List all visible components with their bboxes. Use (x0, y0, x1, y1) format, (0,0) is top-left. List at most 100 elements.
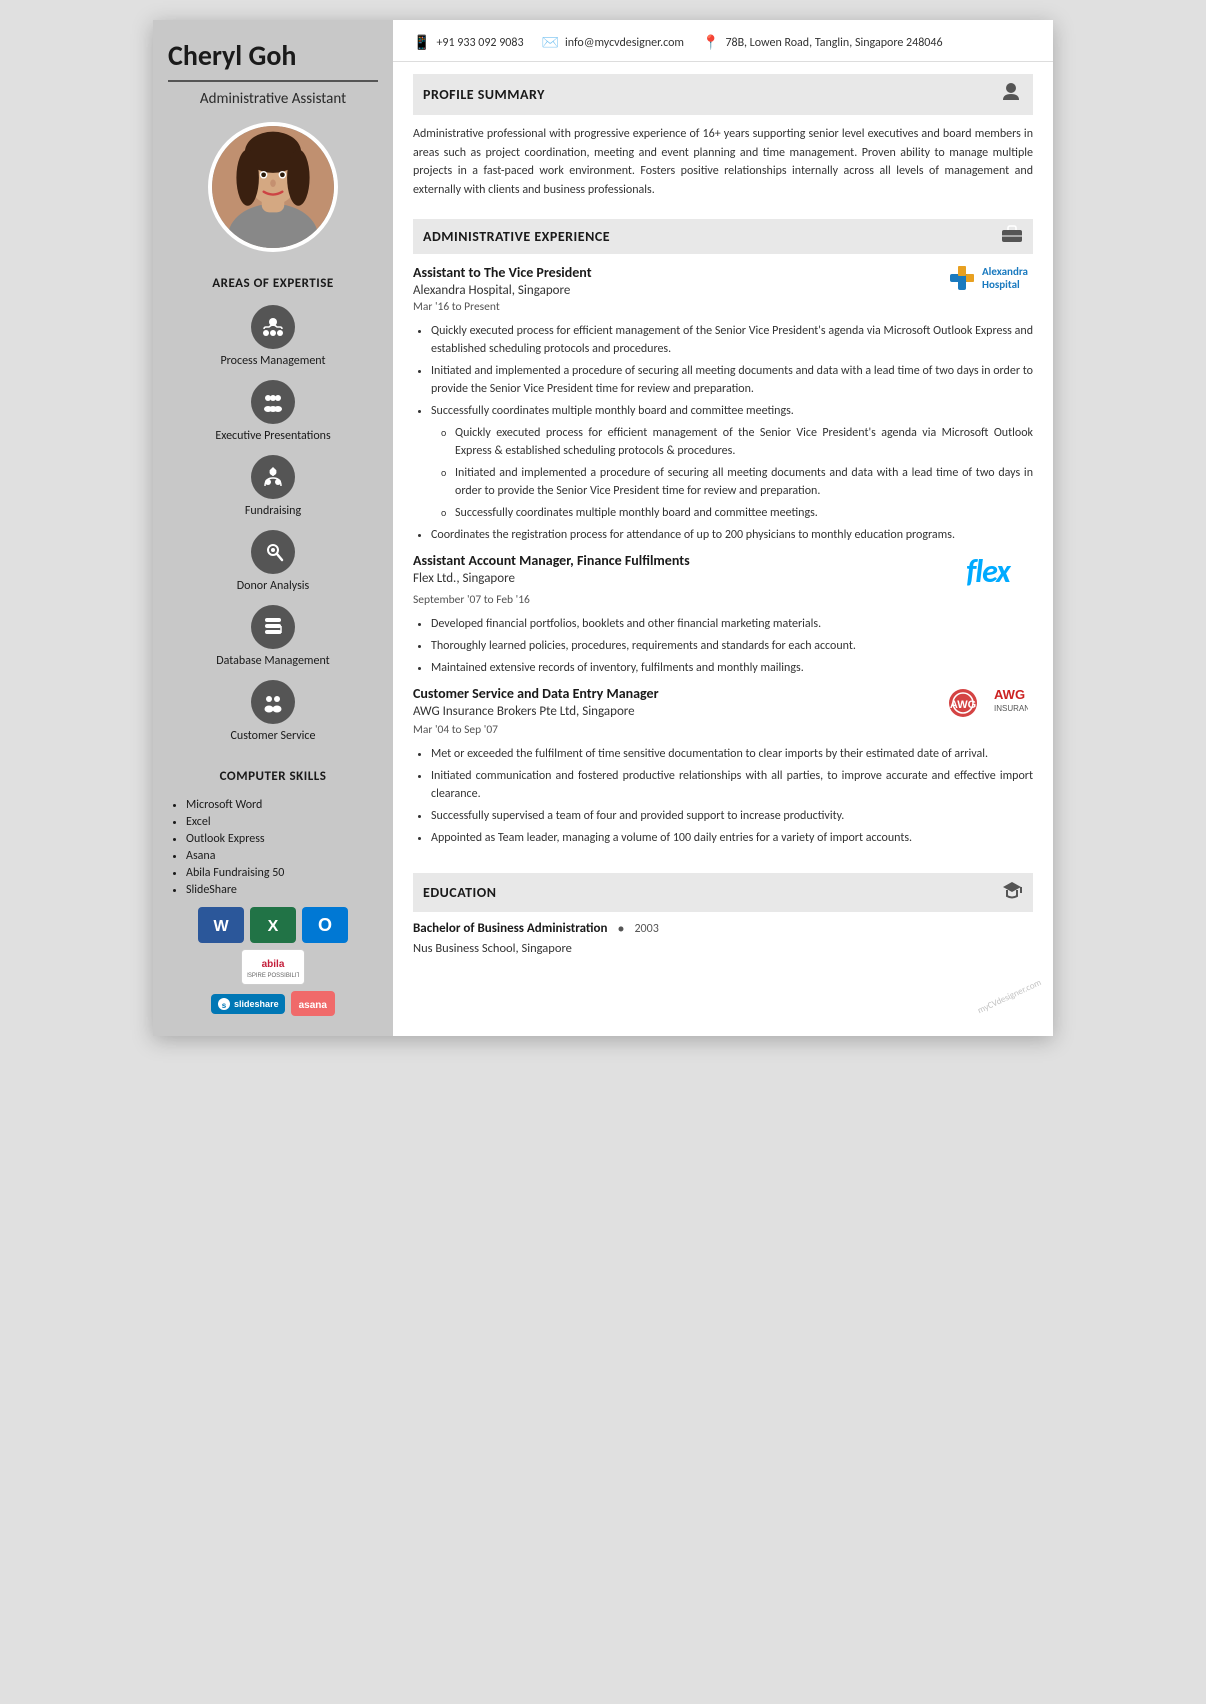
awg-svg: AWG AWG INSURANCE (948, 685, 1028, 721)
process-management-icon (251, 305, 295, 349)
flex-logo-text: flex (966, 552, 1010, 591)
svg-text:INSURANCE: INSURANCE (994, 704, 1028, 713)
computer-skills-section: COMPUTER SKILLS Microsoft Word Excel Out… (168, 765, 378, 1016)
expertise-database: Database Management (216, 605, 329, 668)
awg-logo: AWG AWG INSURANCE (943, 685, 1033, 721)
donor-analysis-icon (251, 530, 295, 574)
skill-excel: Excel (186, 815, 378, 829)
customer-service-icon (251, 680, 295, 724)
edu-school: Nus Business School, Singapore (413, 941, 1033, 956)
main-content: 📱 +91 933 092 9083 ✉️ info@mycvdesigner.… (393, 20, 1053, 1036)
svg-text:AWG: AWG (950, 699, 976, 711)
job-1: Assistant to The Vice President Alexandr… (413, 264, 1033, 544)
svg-text:X: X (268, 918, 279, 935)
sidebar: Cheryl Goh Administrative Assistant (153, 20, 393, 1036)
job-3-dates: Mar '04 to Sep '07 (413, 723, 1033, 737)
expertise-exec-label: Executive Presentations (215, 429, 330, 443)
job-2-bullets: Developed financial portfolios, booklets… (413, 615, 1033, 677)
avatar (208, 122, 338, 252)
expertise-donor-analysis: Donor Analysis (237, 530, 309, 593)
bottom-logos: s slideshare asana (168, 991, 378, 1016)
job-1-bullet-2: Initiated and implemented a procedure of… (431, 362, 1033, 398)
job-2-bullet-2: Thoroughly learned policies, procedures,… (431, 637, 1033, 655)
asana-logo: asana (291, 991, 335, 1016)
flex-logo: flex (943, 552, 1033, 591)
expertise-donor-label: Donor Analysis (237, 579, 309, 593)
job-1-sub-bullets: Quickly executed process for efficient m… (431, 424, 1033, 522)
profile-icon (999, 80, 1023, 109)
job-3-bullet-4: Appointed as Team leader, managing a vol… (431, 829, 1033, 847)
expertise-fundraising-label: Fundraising (245, 504, 301, 518)
job-3-bullet-1: Met or exceeded the fulfilment of time s… (431, 745, 1033, 763)
candidate-name: Cheryl Goh (168, 40, 378, 72)
skill-slideshare: SlideShare (186, 883, 378, 897)
job-2-info: Assistant Account Manager, Finance Fulfi… (413, 552, 690, 586)
address-contact: 📍 78B, Lowen Road, Tanglin, Singapore 24… (702, 34, 943, 51)
header-contacts: 📱 +91 933 092 9083 ✉️ info@mycvdesigner.… (393, 20, 1053, 62)
expertise-database-label: Database Management (216, 654, 329, 668)
phone-contact: 📱 +91 933 092 9083 (413, 34, 524, 51)
email-contact: ✉️ info@mycvdesigner.com (542, 34, 684, 51)
job-2-title: Assistant Account Manager, Finance Fulfi… (413, 552, 690, 569)
edu-year: 2003 (634, 922, 658, 936)
admin-experience-section: ADMINISTRATIVE EXPERIENCE Assistant to T… (393, 207, 1053, 863)
email-address: info@mycvdesigner.com (565, 36, 684, 50)
edu-degree: Bachelor of Business Administration (413, 921, 607, 936)
exec-presentations-icon (251, 380, 295, 424)
job-3: Customer Service and Data Entry Manager … (413, 685, 1033, 847)
phone-icon: 📱 (413, 34, 430, 51)
skill-outlook: Outlook Express (186, 832, 378, 846)
job-1-bullets: Quickly executed process for efficient m… (413, 322, 1033, 544)
job-1-info: Assistant to The Vice President Alexandr… (413, 264, 592, 298)
outlook-logo: O (302, 907, 348, 943)
svg-text:abila: abila (262, 959, 285, 970)
job-1-sub-3: Successfully coordinates multiple monthl… (441, 504, 1033, 522)
skill-asana: Asana (186, 849, 378, 863)
svg-text:s: s (222, 1001, 227, 1010)
job-1-company-row: Assistant to The Vice President Alexandr… (413, 264, 1033, 298)
expertise-customer-service: Customer Service (231, 680, 316, 743)
expertise-customer-label: Customer Service (231, 729, 316, 743)
skill-word: Microsoft Word (186, 798, 378, 812)
watermark-area: myCVdesigner.com (393, 970, 1053, 993)
database-icon (251, 605, 295, 649)
profile-summary-title: PROFILE SUMMARY (423, 86, 545, 103)
job-3-bullet-3: Successfully supervised a team of four a… (431, 807, 1033, 825)
contacts-row: 📱 +91 933 092 9083 ✉️ info@mycvdesigner.… (413, 34, 943, 51)
skill-abila: Abila Fundraising 50 (186, 866, 378, 880)
job-2-bullet-1: Developed financial portfolios, booklets… (431, 615, 1033, 633)
job-2-dates: September '07 to Feb '16 (413, 593, 1033, 607)
job-1-bullet-3: Successfully coordinates multiple monthl… (431, 402, 1033, 522)
job-2-company-row: Assistant Account Manager, Finance Fulfi… (413, 552, 1033, 591)
job-3-info: Customer Service and Data Entry Manager … (413, 685, 659, 719)
job-1-dates: Mar '16 to Present (413, 300, 1033, 314)
profile-summary-section: PROFILE SUMMARY Administrative professio… (393, 62, 1053, 207)
slideshare-logo: s slideshare (211, 994, 285, 1014)
expertise-process-management-label: Process Management (220, 354, 325, 368)
alex-text: Alexandra Hospital (982, 265, 1028, 291)
job-2: Assistant Account Manager, Finance Fulfi… (413, 552, 1033, 677)
alex-logo-inner: Alexandra Hospital (948, 264, 1028, 292)
awg-logo-inner: AWG AWG INSURANCE (948, 685, 1028, 721)
word-logo: W (198, 907, 244, 943)
job-3-company: AWG Insurance Brokers Pte Ltd, Singapore (413, 704, 659, 719)
education-section: EDUCATION Bachelor of Business Administr… (393, 863, 1053, 970)
candidate-title: Administrative Assistant (200, 90, 346, 108)
profile-photo (212, 122, 334, 252)
edu-bullet: • (617, 920, 624, 937)
skills-logos: W X O (168, 907, 378, 985)
svg-text:W: W (213, 918, 229, 935)
sidebar-divider (168, 80, 378, 82)
location-icon: 📍 (702, 34, 719, 51)
job-1-sub-1: Quickly executed process for efficient m… (441, 424, 1033, 460)
expertise-process-management: Process Management (220, 305, 325, 368)
svg-text:AWG: AWG (994, 687, 1025, 702)
job-1-bullet-1: Quickly executed process for efficient m… (431, 322, 1033, 358)
job-3-company-row: Customer Service and Data Entry Manager … (413, 685, 1033, 721)
address-text: 78B, Lowen Road, Tanglin, Singapore 2480… (725, 36, 942, 50)
briefcase-icon (1001, 225, 1023, 248)
job-2-company: Flex Ltd., Singapore (413, 571, 690, 586)
job-1-title: Assistant to The Vice President (413, 264, 592, 281)
education-header: EDUCATION (413, 873, 1033, 912)
expertise-heading: AREAS OF EXPERTISE (212, 276, 333, 291)
